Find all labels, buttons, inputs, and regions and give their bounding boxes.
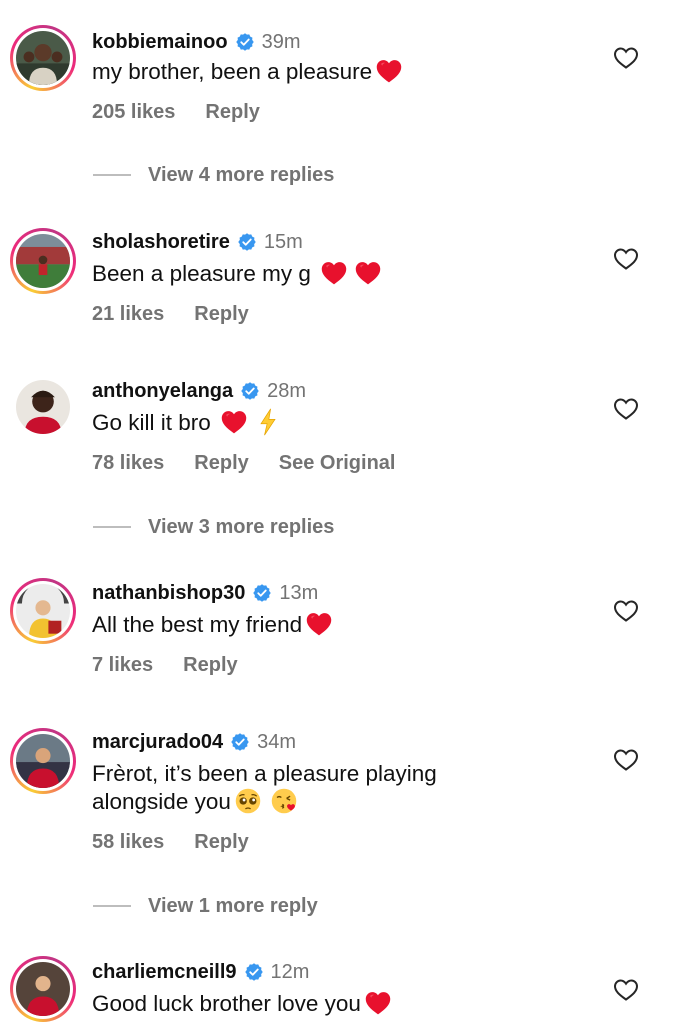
avatar-sholashoretire[interactable] xyxy=(10,228,76,294)
heart-outline-icon[interactable] xyxy=(613,46,639,70)
avatar-photo xyxy=(16,31,70,85)
heart-outline-icon[interactable] xyxy=(613,978,639,1002)
comment-header: sholashoretire 15m xyxy=(92,229,303,255)
timestamp: 34m xyxy=(257,730,297,753)
avatar-border xyxy=(13,28,73,88)
verified-badge-icon xyxy=(252,583,272,603)
verified-badge-icon xyxy=(237,232,257,252)
reply-button[interactable]: Reply xyxy=(205,101,259,124)
comment-text-line-2: alongside you xyxy=(92,789,231,814)
red-heart-emoji xyxy=(320,259,348,287)
comment-text-line-1: Frèrot, it’s been a pleasure playing xyxy=(92,761,437,786)
comment-text-content: Good luck brother love you xyxy=(92,991,361,1016)
red-heart-emoji xyxy=(305,610,333,638)
see-original-button[interactable]: See Original xyxy=(279,452,396,475)
comment-text: alongside you xyxy=(92,787,298,817)
red-heart-emoji xyxy=(354,259,382,287)
comment-text-content: Been a pleasure my g xyxy=(92,261,318,286)
verified-badge-icon xyxy=(230,732,250,752)
likes-count[interactable]: 78 likes xyxy=(92,452,164,475)
avatar-border xyxy=(13,959,73,1019)
avatar-border xyxy=(13,581,73,641)
likes-count[interactable]: 58 likes xyxy=(92,831,164,854)
comment-text: All the best my friend xyxy=(92,610,333,640)
timestamp: 12m xyxy=(270,960,310,983)
comment-header: anthonyelanga 28m xyxy=(92,378,306,404)
avatar-border xyxy=(13,731,73,791)
comment-meta: 21 likes Reply xyxy=(92,303,249,326)
view-more-replies-label: View 3 more replies xyxy=(148,515,335,538)
likes-count[interactable]: 21 likes xyxy=(92,303,164,326)
avatar-anthonyelanga[interactable] xyxy=(10,374,76,440)
verified-badge-icon xyxy=(240,381,260,401)
comment-text: my brother, been a pleasure xyxy=(92,57,403,87)
comment-header: nathanbishop30 13m xyxy=(92,580,318,606)
verified-badge-icon xyxy=(235,32,255,52)
avatar-border xyxy=(13,377,73,437)
username[interactable]: marcjurado04 xyxy=(92,731,223,754)
avatar-photo xyxy=(16,962,70,1016)
red-heart-emoji xyxy=(220,408,248,436)
avatar-photo xyxy=(16,234,70,288)
view-more-replies[interactable]: View 4 more replies xyxy=(93,160,334,190)
avatar-marcjurado04[interactable] xyxy=(10,728,76,794)
face-blowing-kiss-emoji xyxy=(270,787,298,815)
comment-header: kobbiemainoo 39m xyxy=(92,29,300,55)
comment-text-content: Go kill it bro xyxy=(92,410,218,435)
comment-header: marcjurado04 34m xyxy=(92,729,296,755)
comment-meta: 7 likes Reply xyxy=(92,654,238,677)
reply-button[interactable]: Reply xyxy=(183,654,237,677)
heart-outline-icon[interactable] xyxy=(613,748,639,772)
avatar-charliemcneill9[interactable] xyxy=(10,956,76,1022)
view-more-replies[interactable]: View 3 more replies xyxy=(93,512,334,542)
comment-meta: 58 likes Reply xyxy=(92,831,249,854)
avatar-photo xyxy=(16,380,70,434)
view-more-replies[interactable]: View 1 more reply xyxy=(93,891,318,921)
view-more-replies-label: View 4 more replies xyxy=(148,163,335,186)
heart-outline-icon[interactable] xyxy=(613,599,639,623)
reply-button[interactable]: Reply xyxy=(194,452,248,475)
avatar-nathanbishop30[interactable] xyxy=(10,578,76,644)
comment-text: Been a pleasure my g xyxy=(92,259,382,289)
red-heart-emoji xyxy=(364,989,392,1017)
username[interactable]: sholashoretire xyxy=(92,231,230,254)
timestamp: 39m xyxy=(261,30,301,53)
comment-header: charliemcneill9 12m xyxy=(92,959,309,985)
heart-outline-icon[interactable] xyxy=(613,247,639,271)
replies-divider-line xyxy=(93,174,131,176)
comment-meta: 78 likes Reply See Original xyxy=(92,452,395,475)
avatar-photo xyxy=(16,734,70,788)
avatar-kobbiemainoo[interactable] xyxy=(10,25,76,91)
username[interactable]: kobbiemainoo xyxy=(92,31,228,54)
likes-count[interactable]: 205 likes xyxy=(92,101,175,124)
comment-text: Go kill it bro xyxy=(92,408,282,438)
avatar-border xyxy=(13,231,73,291)
reply-button[interactable]: Reply xyxy=(194,831,248,854)
timestamp: 15m xyxy=(263,230,303,253)
replies-divider-line xyxy=(93,526,131,528)
avatar-photo xyxy=(16,584,70,638)
comment-text-content: my brother, been a pleasure xyxy=(92,59,373,84)
reply-button[interactable]: Reply xyxy=(194,303,248,326)
replies-divider-line xyxy=(93,905,131,907)
timestamp: 28m xyxy=(267,379,307,402)
username[interactable]: charliemcneill9 xyxy=(92,961,237,984)
verified-badge-icon xyxy=(244,962,264,982)
comment-meta: 205 likes Reply xyxy=(92,101,260,124)
heart-outline-icon[interactable] xyxy=(613,397,639,421)
pleading-face-emoji xyxy=(234,787,262,815)
comment-text-content: All the best my friend xyxy=(92,612,303,637)
red-heart-emoji xyxy=(375,57,403,85)
username[interactable]: nathanbishop30 xyxy=(92,582,245,605)
timestamp: 13m xyxy=(279,581,319,604)
lightning-emoji xyxy=(254,408,282,436)
view-more-replies-label: View 1 more reply xyxy=(148,894,318,917)
comment-text: Good luck brother love you xyxy=(92,989,392,1019)
username[interactable]: anthonyelanga xyxy=(92,380,233,403)
likes-count[interactable]: 7 likes xyxy=(92,654,153,677)
